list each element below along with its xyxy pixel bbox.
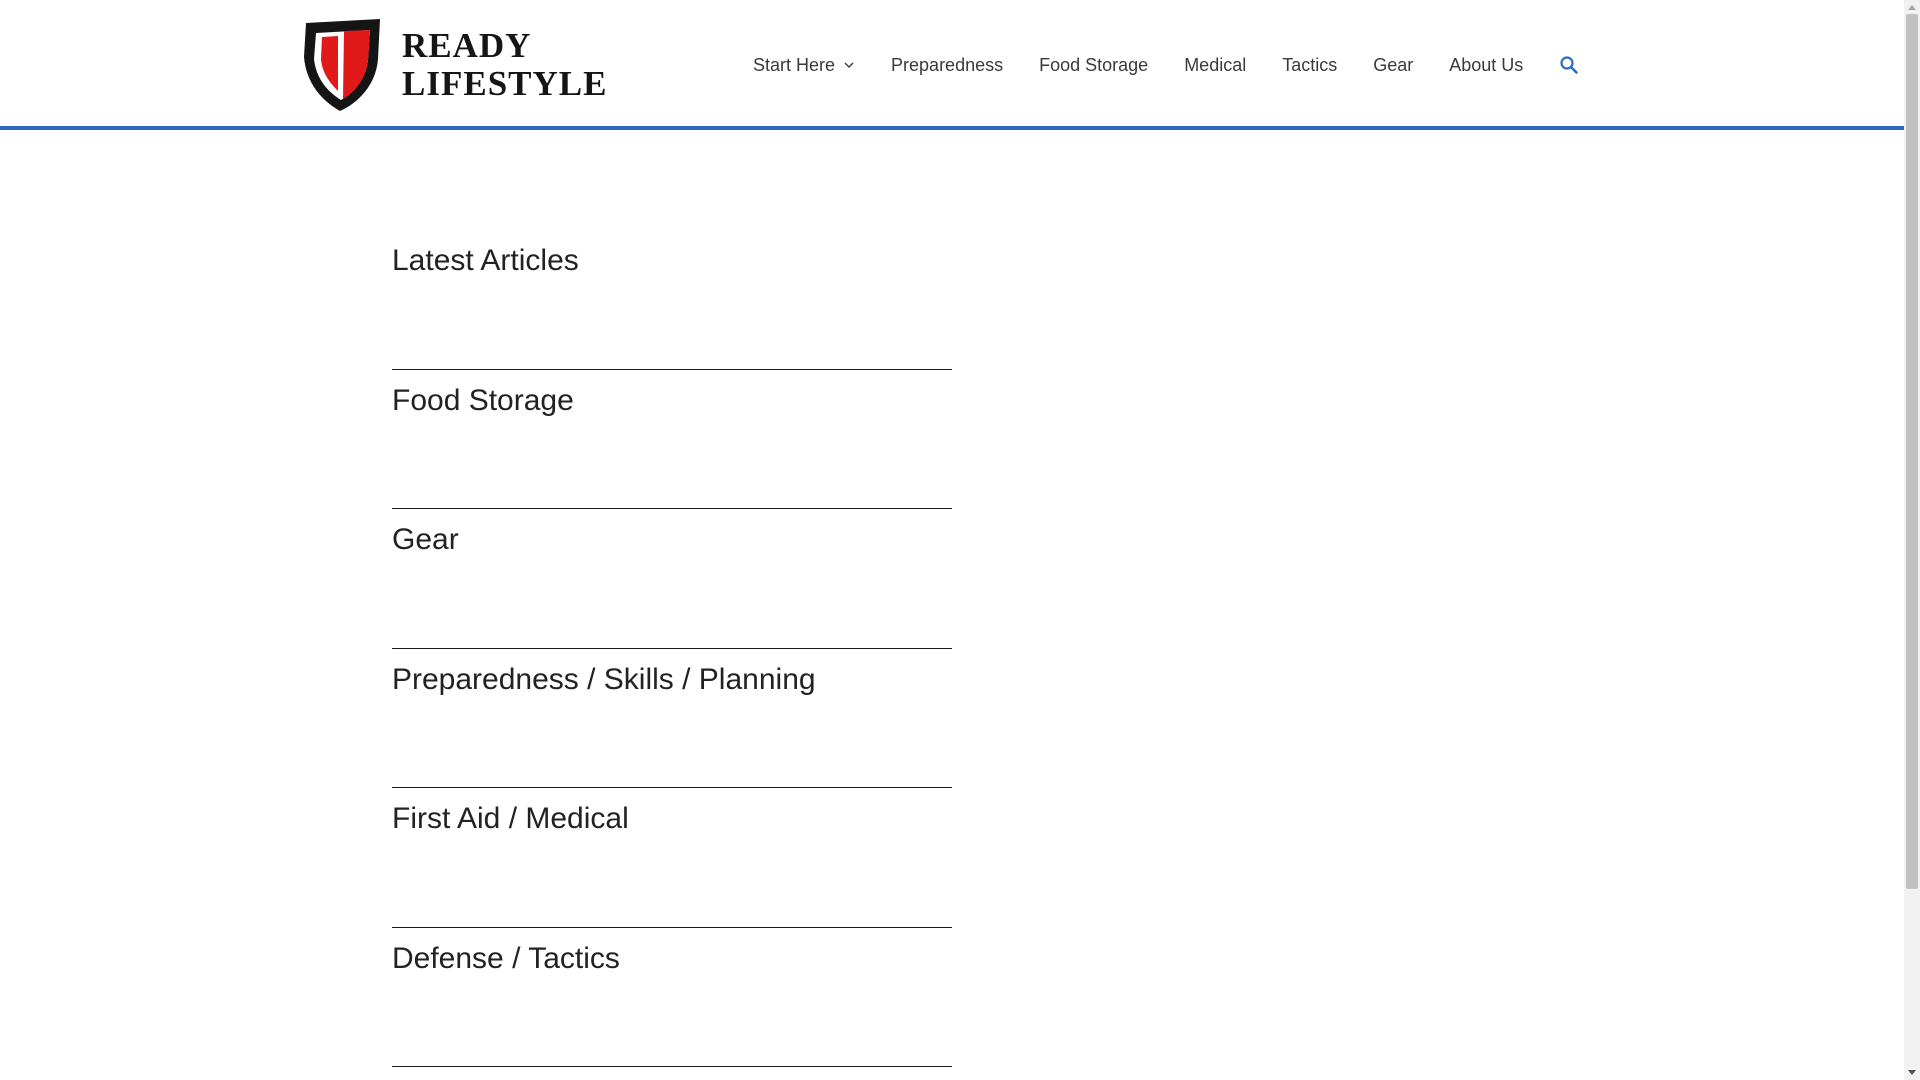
section-gear: Gear [392,509,952,649]
nav-food-storage[interactable]: Food Storage [1021,55,1166,76]
section-title[interactable]: Preparedness / Skills / Planning [392,663,816,697]
nav-about-us[interactable]: About Us [1431,55,1541,76]
chevron-down-icon [844,62,854,68]
section-preparedness: Preparedness / Skills / Planning [392,649,952,788]
nav-preparedness[interactable]: Preparedness [873,55,1021,76]
main-content: Latest Articles Food Storage Gear Prepar… [392,230,952,1080]
scrollbar-thumb[interactable] [1906,14,1918,889]
section-title[interactable]: Gear [392,523,459,557]
logo-line-1: READY [402,26,532,65]
site-header: READY LIFESTYLE Start Here Preparedness … [0,0,1904,130]
section-defense-tactics: Defense / Tactics [392,928,952,1067]
search-icon[interactable] [1559,55,1579,75]
nav-gear[interactable]: Gear [1355,55,1431,76]
section-title[interactable]: First Aid / Medical [392,802,629,836]
logo-wordmark: READY LIFESTYLE [402,27,607,103]
logo-line-2: LIFESTYLE [402,64,608,103]
section-title[interactable]: Latest Articles [392,244,579,278]
scroll-up-arrow-icon[interactable] [1904,0,1920,14]
page-scrollbar[interactable] [1904,0,1920,1080]
nav-start-here[interactable]: Start Here [735,55,873,76]
section-first-aid-medical: First Aid / Medical [392,788,952,928]
site-logo[interactable]: READY LIFESTYLE [300,15,606,115]
section-food-storage: Food Storage [392,370,952,509]
section-title[interactable]: Defense / Tactics [392,942,620,976]
nav-tactics[interactable]: Tactics [1264,55,1355,76]
section-divider [392,1067,952,1080]
nav-start-here-label: Start Here [753,54,836,75]
main-navigation: Start Here Preparedness Food Storage Med… [735,40,1579,90]
page: READY LIFESTYLE Start Here Preparedness … [0,0,1920,1080]
section-title[interactable]: Food Storage [392,384,574,418]
nav-medical[interactable]: Medical [1166,55,1264,76]
shield-logo-icon [304,19,380,111]
section-latest-articles: Latest Articles [392,230,952,370]
scroll-down-arrow-icon[interactable] [1904,1066,1920,1080]
